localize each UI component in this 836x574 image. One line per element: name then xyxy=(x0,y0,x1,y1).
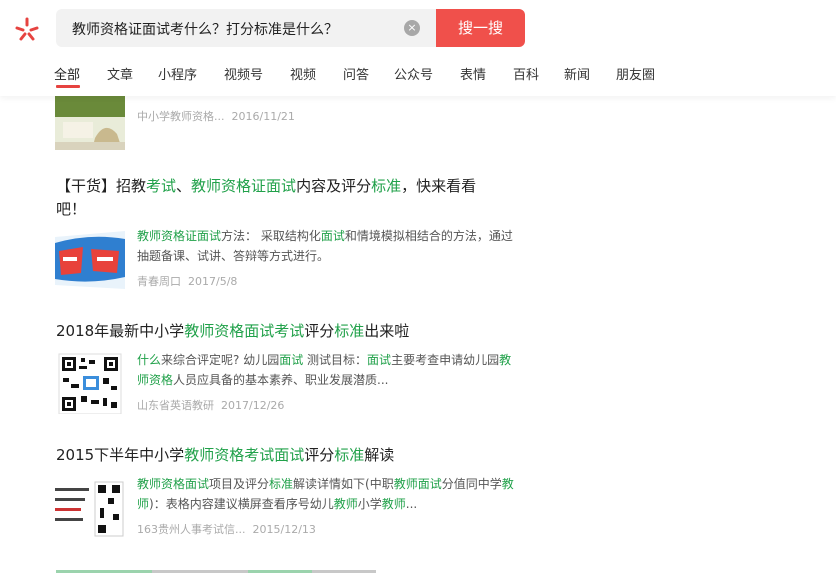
tab-moments[interactable]: 朋友圈 xyxy=(616,64,655,83)
tab-official-accounts[interactable]: 公众号 xyxy=(394,64,433,83)
search-header: × 搜一搜 全部 文章 小程序 视频号 视频 问答 公众号 表情 百科 新闻 朋… xyxy=(0,0,836,96)
search-button[interactable]: 搜一搜 xyxy=(436,9,525,47)
tab-qa[interactable]: 问答 xyxy=(343,64,369,83)
search-input[interactable] xyxy=(70,9,394,49)
result-snippet: 什么来综合评定呢? 幼儿园面试 测试目标：面试主要考查申请幼儿园教师资格人员应具… xyxy=(137,353,512,387)
result-meta: 中小学教师资格... 2016/11/21 xyxy=(137,110,295,123)
result-title[interactable]: 2015下半年中小学教师资格考试面试评分标准解读 xyxy=(56,444,394,467)
result-title[interactable]: 2018年最新中小学教师资格面试考试评分标准出来啦 xyxy=(56,320,409,343)
search-box: × xyxy=(56,9,436,49)
result-meta: 山东省英语教研 2017/12/26 xyxy=(137,399,285,412)
tab-videos[interactable]: 视频 xyxy=(290,64,316,83)
result-thumbnail[interactable] xyxy=(55,478,125,540)
result-title-cut[interactable] xyxy=(56,566,376,574)
tab-channels[interactable]: 视频号 xyxy=(224,64,263,83)
wechat-search-logo-icon[interactable] xyxy=(12,14,42,44)
result-thumbnail[interactable] xyxy=(55,90,125,150)
result-snippet: 教师资格面试项目及评分标准解读详情如下(中职教师面试分值同中学教师)：表格内容建… xyxy=(137,477,514,511)
tab-all[interactable]: 全部 xyxy=(54,64,80,83)
result-title[interactable]: 【干货】招教考试、教师资格证面试内容及评分标准，快来看看 吧！ xyxy=(56,175,476,221)
clear-icon[interactable]: × xyxy=(404,20,420,36)
result-meta: 青春周口 2017/5/8 xyxy=(137,275,238,288)
result-snippet: 教师资格证面试方法： 采取结构化面试和情境模拟相结合的方法，通过抽题备课、试讲、… xyxy=(137,229,513,263)
result-thumbnail[interactable] xyxy=(55,352,125,414)
tab-mini-programs[interactable]: 小程序 xyxy=(158,64,197,83)
tab-news[interactable]: 新闻 xyxy=(564,64,590,83)
result-meta: 163贵州人事考试信... 2015/12/13 xyxy=(137,523,316,536)
tab-stickers[interactable]: 表情 xyxy=(460,64,486,83)
tab-articles[interactable]: 文章 xyxy=(107,64,133,83)
tab-baike[interactable]: 百科 xyxy=(513,64,539,83)
active-tab-indicator xyxy=(56,85,80,88)
result-thumbnail[interactable] xyxy=(55,229,125,291)
